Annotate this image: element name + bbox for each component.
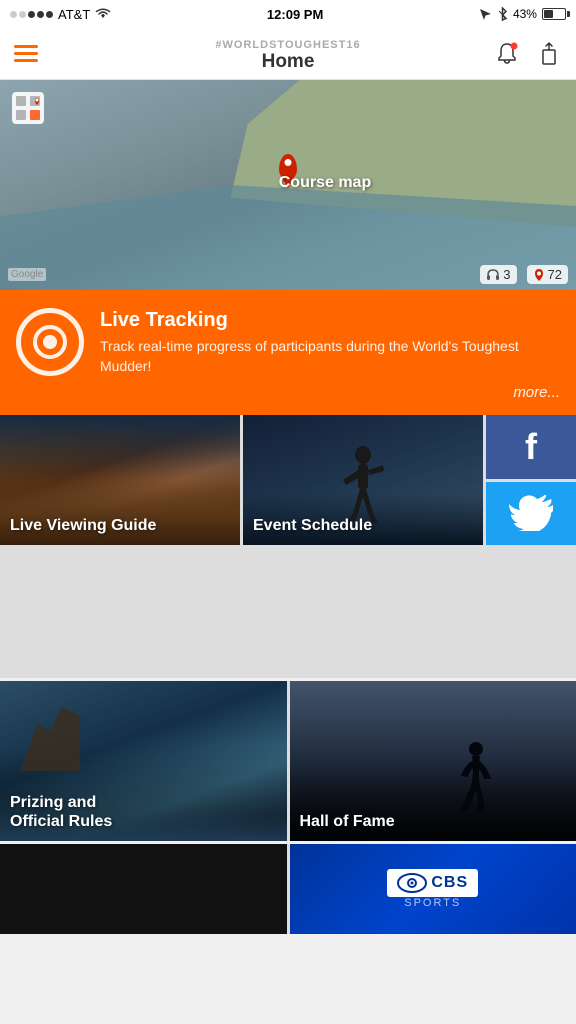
- tracking-icon-inner: [33, 325, 67, 359]
- live-viewing-guide-item[interactable]: Live Viewing Guide: [0, 415, 240, 545]
- map-stat-headphones: 3: [480, 265, 516, 284]
- facebook-icon: f: [525, 426, 537, 468]
- last-row: CBS SPORTS: [0, 844, 576, 934]
- cbs-eye-logo: [397, 873, 427, 893]
- map-marker-icon: [10, 90, 46, 126]
- signal-dots: [10, 11, 53, 18]
- status-time: 12:09 PM: [267, 7, 323, 22]
- dot-5: [46, 11, 53, 18]
- battery-fill: [544, 10, 553, 18]
- headphones-icon: [486, 268, 500, 282]
- hamburger-line-2: [14, 52, 38, 55]
- hall-of-fame-overlay: Hall of Fame: [290, 681, 576, 841]
- dot-2: [19, 11, 26, 18]
- carrier-label: AT&T: [58, 7, 90, 22]
- status-left: AT&T: [10, 7, 111, 22]
- status-bar: AT&T 12:09 PM 43%: [0, 0, 576, 28]
- cbs-sports-label: SPORTS: [404, 897, 461, 909]
- wifi-icon: [95, 8, 111, 20]
- hamburger-menu-icon[interactable]: [14, 45, 38, 62]
- live-viewing-overlay: Live Viewing Guide: [0, 415, 240, 545]
- prizing-item[interactable]: Prizing and Official Rules: [0, 681, 287, 841]
- live-tracking-description: Track real-time progress of participants…: [100, 337, 560, 376]
- battery-icon: [542, 8, 566, 20]
- prizing-label: Prizing and Official Rules: [10, 793, 112, 831]
- live-tracking-text: Live Tracking Track real-time progress o…: [100, 308, 560, 376]
- bluetooth-icon: [497, 7, 508, 21]
- bottom-grid: Prizing and Official Rules Hall of Fame: [0, 681, 576, 841]
- facebook-button[interactable]: f: [486, 415, 576, 479]
- twitter-button[interactable]: [486, 482, 576, 546]
- event-schedule-label: Event Schedule: [253, 516, 372, 535]
- event-schedule-item[interactable]: Event Schedule: [243, 415, 483, 545]
- hall-of-fame-label: Hall of Fame: [300, 812, 395, 831]
- dot-3: [28, 11, 35, 18]
- location-pin-icon: [533, 268, 545, 282]
- live-tracking-banner[interactable]: Live Tracking Track real-time progress o…: [0, 290, 576, 415]
- google-label: Google: [8, 268, 46, 281]
- prizing-overlay: Prizing and Official Rules: [0, 681, 287, 841]
- grid-section: Live Viewing Guide Event Schedule: [0, 415, 576, 678]
- event-schedule-overlay: Event Schedule: [243, 415, 483, 545]
- map-label: Course map: [279, 174, 371, 192]
- map-stat-pins: 72: [527, 265, 568, 284]
- hamburger-line-3: [14, 59, 38, 62]
- cbs-text: CBS: [431, 874, 468, 892]
- live-tracking-content: Live Tracking Track real-time progress o…: [16, 308, 560, 376]
- hall-of-fame-item[interactable]: Hall of Fame: [290, 681, 576, 841]
- twitter-icon: [509, 495, 553, 531]
- nav-bar: #WORLDSTOUGHEST16 Home: [0, 28, 576, 80]
- dot-1: [10, 11, 17, 18]
- map-footer: Google 3 72: [0, 265, 576, 284]
- map-stats: 3 72: [480, 265, 568, 284]
- live-tracking-title: Live Tracking: [100, 308, 560, 332]
- nav-right-icons: [494, 41, 562, 67]
- live-tracking-more[interactable]: more...: [16, 384, 560, 401]
- pin-dot: [285, 159, 292, 166]
- live-viewing-label: Live Viewing Guide: [10, 516, 156, 535]
- location-arrow-icon: [479, 8, 492, 21]
- tracking-target-icon: [16, 308, 84, 376]
- tracking-icon-dot: [43, 335, 57, 349]
- bell-icon[interactable]: [494, 41, 520, 67]
- nav-title: Home: [215, 51, 360, 73]
- social-grid: f: [486, 415, 576, 545]
- map-background: Course map: [0, 80, 576, 290]
- cbs-sports-item[interactable]: CBS SPORTS: [290, 844, 576, 934]
- dot-4: [37, 11, 44, 18]
- nav-hashtag-text: #WORLDSTOUGHEST16: [215, 39, 360, 51]
- hamburger-line-1: [14, 45, 38, 48]
- last-item-black[interactable]: [0, 844, 287, 934]
- share-icon[interactable]: [536, 41, 562, 67]
- battery-label: 43%: [513, 7, 537, 21]
- nav-hashtag-container: #WORLDSTOUGHEST16 Home: [215, 35, 360, 73]
- pin-count: 72: [548, 267, 562, 282]
- status-right: 43%: [479, 7, 566, 21]
- map-section[interactable]: Course map Google 3: [0, 80, 576, 290]
- headphone-count: 3: [503, 267, 510, 282]
